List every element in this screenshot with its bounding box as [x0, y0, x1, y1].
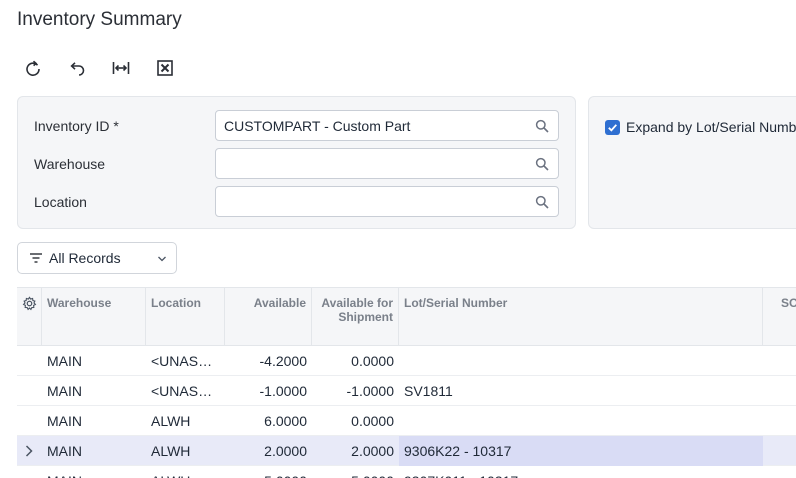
location-label: Location [34, 194, 87, 210]
cell-lot-serial: SV1811 [404, 383, 453, 399]
undo-icon [70, 62, 85, 76]
cell-warehouse: MAIN [47, 443, 82, 459]
column-header-so[interactable]: SO [763, 288, 796, 346]
search-icon[interactable] [535, 157, 549, 171]
refresh-icon [26, 60, 40, 76]
cell-lot-serial [399, 346, 763, 376]
table-row[interactable]: MAIN ALWH 6.0000 0.0000 [17, 406, 796, 436]
inventory-id-input[interactable]: CUSTOMPART - Custom Part [215, 110, 559, 141]
cell-available: 5.0000 [225, 466, 312, 478]
warehouse-label: Warehouse [34, 156, 106, 172]
filter-icon [30, 253, 42, 263]
cell-warehouse: MAIN [42, 466, 146, 478]
search-icon[interactable] [535, 119, 549, 133]
column-header-warehouse[interactable]: Warehouse [42, 288, 146, 346]
export-excel-button[interactable] [154, 57, 176, 79]
options-panel: Expand by Lot/Serial Number [588, 96, 796, 229]
toolbar [22, 57, 198, 79]
records-filter-value: All Records [49, 250, 121, 266]
table-row[interactable]: MAIN <UNASSIGNED> -4.2000 0.0000 [17, 346, 796, 376]
cell-available-shipment: 0.0000 [351, 353, 394, 369]
search-icon[interactable] [535, 195, 549, 209]
grid-header: Warehouse Location Available Available f… [17, 287, 796, 346]
table-row[interactable]: MAIN ALWH 5.0000 5.0000 9307K011 - 10317 [17, 466, 796, 478]
fit-columns-button[interactable] [110, 57, 132, 79]
cell-available: -4.2000 [259, 353, 307, 369]
inventory-grid: Warehouse Location Available Available f… [17, 287, 796, 478]
cell-available-shipment: 0.0000 [351, 413, 394, 429]
fit-width-icon [112, 62, 130, 74]
checkmark-icon [608, 124, 617, 132]
cell-available: 6.0000 [264, 413, 307, 429]
chevron-down-icon [158, 256, 166, 262]
page-title: Inventory Summary [17, 9, 182, 30]
table-row-selected[interactable]: MAIN ALWH 2.0000 2.0000 9306K22 - 10317 [17, 436, 796, 466]
filter-panel: Inventory ID * CUSTOMPART - Custom Part … [17, 96, 576, 229]
cell-location: <UNASSIGNED> [151, 383, 225, 399]
cell-warehouse: MAIN [47, 353, 82, 369]
inventory-id-value: CUSTOMPART - Custom Part [224, 117, 411, 134]
inventory-id-label: Inventory ID * [34, 118, 119, 134]
gear-icon [22, 296, 37, 311]
cell-warehouse: MAIN [47, 383, 82, 399]
cell-available: 2.0000 [264, 443, 307, 459]
expand-lot-serial-label[interactable]: Expand by Lot/Serial Number [626, 119, 796, 135]
warehouse-input[interactable] [215, 148, 559, 179]
table-row[interactable]: MAIN <UNASSIGNED> -1.0000 -1.0000 SV1811 [17, 376, 796, 406]
cell-available-shipment: 5.0000 [312, 466, 399, 478]
cell-available-shipment: -1.0000 [346, 383, 394, 399]
cell-lot-serial [399, 406, 763, 436]
cell-warehouse: MAIN [47, 413, 82, 429]
cell-available: -1.0000 [259, 383, 307, 399]
refresh-button[interactable] [22, 57, 44, 79]
undo-button[interactable] [66, 57, 88, 79]
column-header-location[interactable]: Location [146, 288, 225, 346]
chevron-right-icon[interactable] [23, 444, 35, 458]
cell-location: ALWH [151, 443, 191, 459]
cell-lot-serial: 9307K011 - 10317 [399, 466, 763, 478]
cell-available-shipment: 2.0000 [351, 443, 394, 459]
column-header-lot-serial[interactable]: Lot/Serial Number [399, 288, 763, 346]
cell-location: ALWH [146, 466, 225, 478]
column-header-available[interactable]: Available [225, 288, 312, 346]
cell-location: <UNASSIGNED> [151, 353, 225, 369]
location-input[interactable] [215, 186, 559, 217]
records-filter-dropdown[interactable]: All Records [17, 242, 177, 274]
column-settings-button[interactable] [17, 288, 42, 346]
cell-location: ALWH [151, 413, 191, 429]
expand-lot-serial-checkbox[interactable] [605, 120, 620, 135]
excel-icon [157, 60, 173, 76]
cell-lot-serial[interactable]: 9306K22 - 10317 [399, 436, 763, 466]
column-header-available-shipment[interactable]: Available for Shipment [312, 288, 399, 346]
